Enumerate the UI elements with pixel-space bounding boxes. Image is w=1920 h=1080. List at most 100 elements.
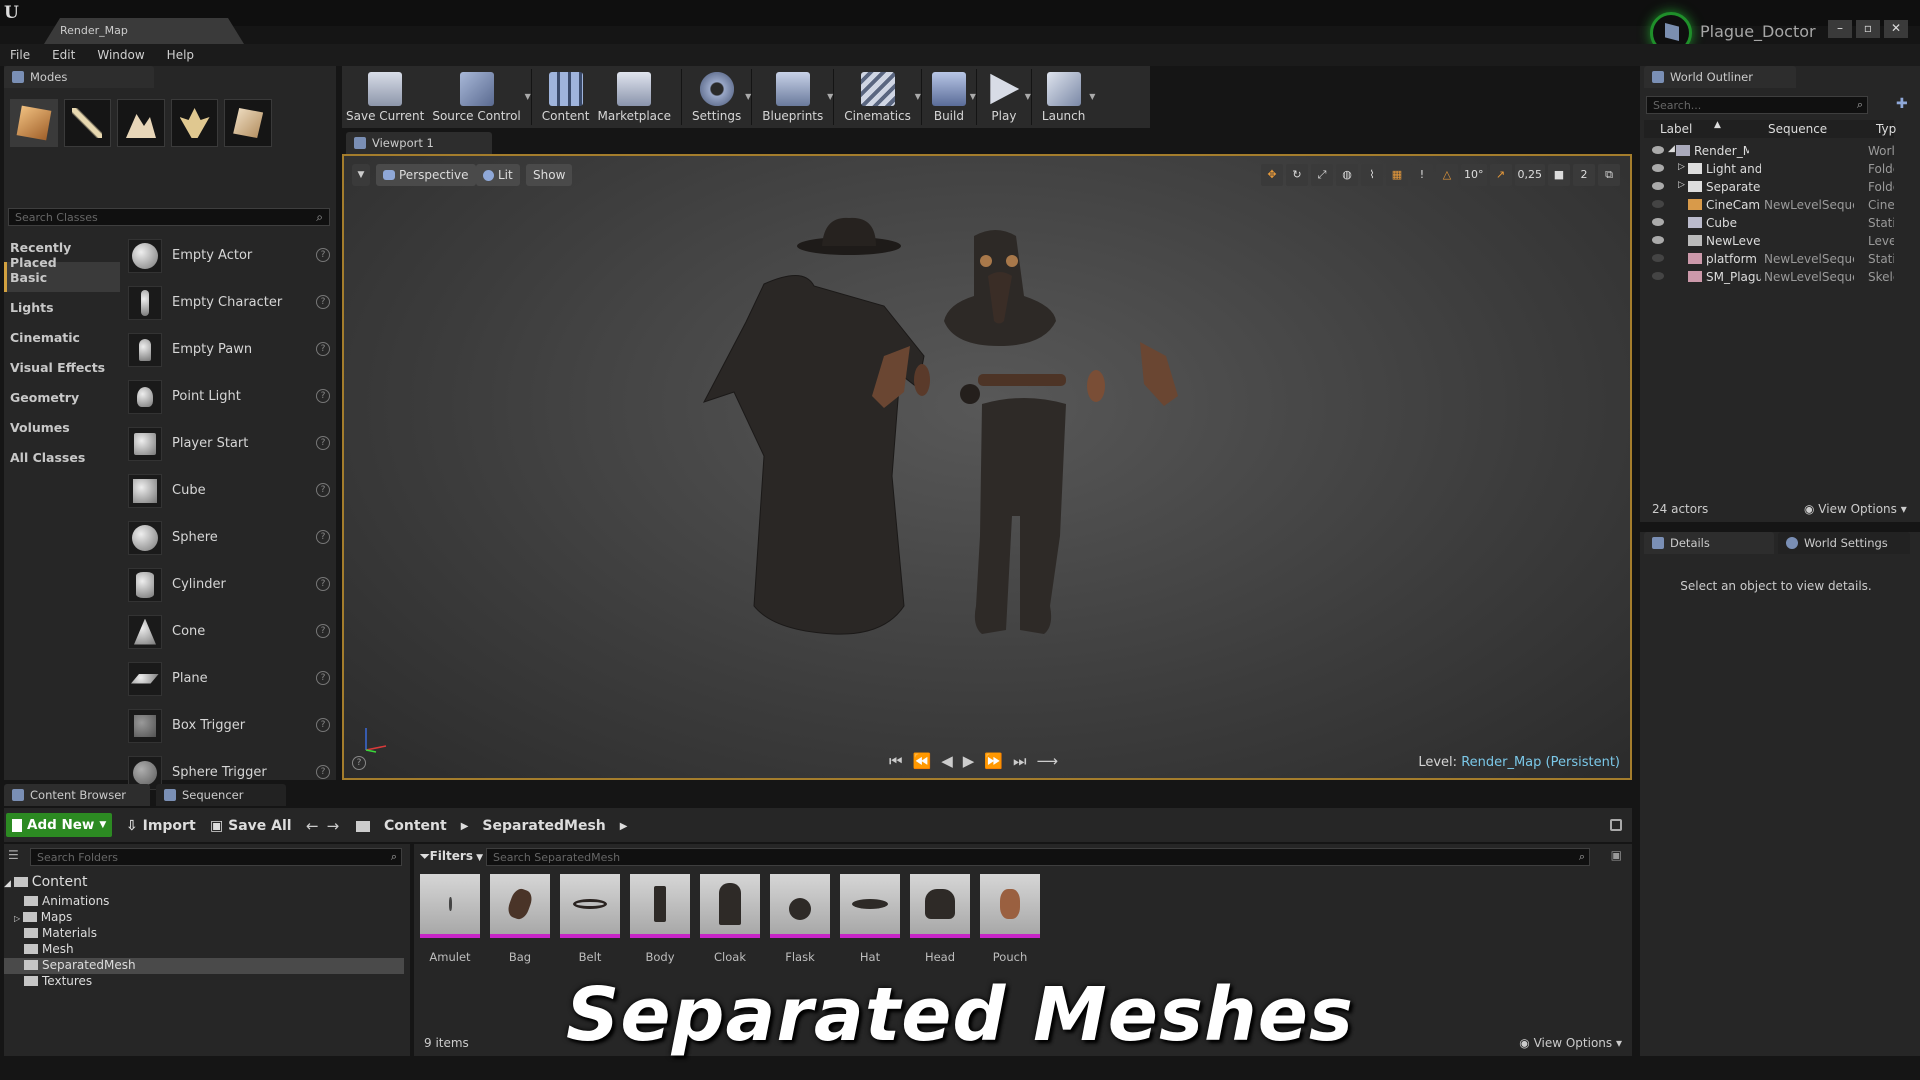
- category-lights[interactable]: Lights: [4, 292, 120, 322]
- placeable-sphere[interactable]: Sphere?: [122, 514, 336, 561]
- placeable-point-light[interactable]: Point Light?: [122, 373, 336, 420]
- help-icon[interactable]: ?: [316, 577, 330, 591]
- search-assets-input[interactable]: Search SeparatedMesh ⌕: [486, 848, 1590, 866]
- outliner-row-sm-plague[interactable]: SM_PlaguNewLevelSequence Skeletal: [1644, 268, 1894, 286]
- help-icon[interactable]: ?: [316, 718, 330, 732]
- visibility-eye-icon[interactable]: [1652, 182, 1664, 190]
- asset-tile-head[interactable]: Head: [910, 874, 970, 964]
- breadcrumb-arrow-icon[interactable]: ▶: [461, 821, 469, 832]
- menu-edit[interactable]: Edit: [52, 48, 75, 62]
- pin-icon[interactable]: ✚: [1896, 96, 1908, 112]
- level-document-tab[interactable]: Render_Map: [44, 18, 244, 44]
- viewport-tab[interactable]: Viewport 1: [346, 132, 492, 154]
- help-icon[interactable]: ?: [316, 342, 330, 356]
- visibility-eye-icon[interactable]: [1652, 146, 1664, 154]
- settings-button[interactable]: Settings ▼: [688, 66, 751, 128]
- help-icon[interactable]: ?: [352, 756, 366, 770]
- lock-icon[interactable]: [1610, 819, 1622, 831]
- level-name-link[interactable]: Render_Map (Persistent): [1461, 755, 1620, 770]
- help-icon[interactable]: ?: [316, 765, 330, 779]
- asset-tile-body[interactable]: Body: [630, 874, 690, 964]
- step-back-icon[interactable]: ⏪: [913, 752, 932, 770]
- category-all-classes[interactable]: All Classes: [4, 442, 120, 472]
- folder-materials[interactable]: Materials: [4, 926, 404, 942]
- menu-file[interactable]: File: [10, 48, 30, 62]
- search-classes-input[interactable]: Search Classes ⌕: [8, 208, 330, 226]
- save-all-button[interactable]: ▣ Save All: [210, 818, 292, 834]
- breadcrumb-content[interactable]: Content: [384, 818, 447, 834]
- world-outliner-tab[interactable]: World Outliner: [1644, 66, 1796, 88]
- outliner-view-options-button[interactable]: ◉ View Options ▾: [1804, 502, 1907, 516]
- place-mode-button[interactable]: [10, 99, 58, 147]
- back-arrow-icon[interactable]: ←: [306, 817, 327, 835]
- play-reverse-icon[interactable]: ◀: [941, 752, 953, 770]
- add-new-button[interactable]: Add New ▼: [6, 813, 112, 837]
- placeable-player-start[interactable]: Player Start?: [122, 420, 336, 467]
- help-icon[interactable]: ?: [316, 295, 330, 309]
- breadcrumb-arrow-icon[interactable]: ▶: [620, 821, 628, 832]
- play-forward-icon[interactable]: ▶: [963, 752, 975, 770]
- cinematics-button[interactable]: Cinematics ▼: [840, 66, 921, 128]
- visibility-eye-icon[interactable]: [1652, 164, 1664, 172]
- maximize-button[interactable]: ▫: [1856, 20, 1880, 38]
- expanded-arrow-icon[interactable]: ◢: [4, 879, 14, 889]
- folder-animations[interactable]: Animations: [4, 894, 404, 910]
- source-control-button[interactable]: Source Control ▼: [428, 66, 531, 128]
- outliner-row-cinecam[interactable]: CineCamNewLevelSequence CineCar: [1644, 196, 1894, 214]
- collapsed-arrow-icon[interactable]: ▷: [1678, 162, 1685, 172]
- content-browser-tab[interactable]: Content Browser: [4, 784, 150, 806]
- help-icon[interactable]: ?: [316, 530, 330, 544]
- outliner-row-render-map[interactable]: ◢ Render_Map World: [1644, 142, 1894, 160]
- placeable-cone[interactable]: Cone?: [122, 608, 336, 655]
- build-button[interactable]: Build ▼: [928, 66, 976, 128]
- help-icon[interactable]: ?: [316, 436, 330, 450]
- landscape-mode-button[interactable]: [117, 99, 165, 147]
- outliner-row-separated-folder[interactable]: ▷ Separated Folder: [1644, 178, 1894, 196]
- save-current-button[interactable]: Save Current: [342, 66, 428, 128]
- asset-tile-pouch[interactable]: Pouch: [980, 874, 1040, 964]
- details-tab[interactable]: Details: [1644, 532, 1774, 554]
- visibility-eye-icon[interactable]: [1652, 236, 1664, 244]
- sequencer-tab[interactable]: Sequencer: [156, 784, 286, 806]
- placeable-empty-pawn[interactable]: Empty Pawn?: [122, 326, 336, 373]
- expanded-arrow-icon[interactable]: ◢: [1668, 144, 1675, 154]
- filters-button[interactable]: ⏷Filters ▼: [420, 849, 483, 867]
- world-settings-tab[interactable]: World Settings: [1778, 532, 1910, 554]
- foliage-mode-button[interactable]: [170, 99, 219, 147]
- folder-content-root[interactable]: ◢ Content: [4, 874, 404, 892]
- visibility-eye-icon[interactable]: [1652, 218, 1664, 226]
- modes-tab[interactable]: Modes: [4, 66, 154, 88]
- asset-tile-amulet[interactable]: Amulet: [420, 874, 480, 964]
- category-cinematic[interactable]: Cinematic: [4, 322, 120, 352]
- step-forward-icon[interactable]: ⏩: [984, 752, 1003, 770]
- collapsed-arrow-icon[interactable]: ▷: [14, 914, 23, 923]
- outliner-search-input[interactable]: Search... ⌕: [1646, 96, 1868, 114]
- play-button[interactable]: Play ▼: [983, 66, 1031, 128]
- save-search-icon[interactable]: ▣: [1611, 848, 1622, 862]
- collapsed-arrow-icon[interactable]: ▷: [1678, 180, 1685, 190]
- paint-mode-button[interactable]: [63, 99, 112, 147]
- category-visual-effects[interactable]: Visual Effects: [4, 352, 120, 382]
- launch-button[interactable]: Launch ▼: [1038, 66, 1095, 128]
- menu-window[interactable]: Window: [97, 48, 144, 62]
- category-volumes[interactable]: Volumes: [4, 412, 120, 442]
- placeable-empty-actor[interactable]: Empty Actor?: [122, 232, 336, 279]
- outliner-row-platform[interactable]: platform NewLevelSequence StaticM: [1644, 250, 1894, 268]
- outliner-row-cube[interactable]: Cube StaticM: [1644, 214, 1894, 232]
- category-recently-placed[interactable]: Recently Placed: [4, 232, 120, 270]
- menu-help[interactable]: Help: [167, 48, 194, 62]
- forward-arrow-icon[interactable]: →: [327, 817, 348, 835]
- folder-maps[interactable]: ▷ Maps: [4, 910, 404, 926]
- close-window-button[interactable]: ✕: [1884, 20, 1908, 38]
- import-button[interactable]: ⇩ Import: [126, 818, 196, 834]
- marketplace-button[interactable]: Marketplace: [593, 66, 675, 128]
- sources-toggle-icon[interactable]: ☰: [8, 848, 19, 862]
- skip-to-end-icon[interactable]: ⏭: [1013, 752, 1027, 770]
- visibility-eye-icon[interactable]: [1652, 200, 1664, 208]
- asset-tile-belt[interactable]: Belt: [560, 874, 620, 964]
- geometry-mode-button[interactable]: [224, 99, 272, 147]
- asset-tile-flask[interactable]: Flask: [770, 874, 830, 964]
- help-icon[interactable]: ?: [316, 248, 330, 262]
- outliner-row-newlevel[interactable]: NewLevel LevelSe: [1644, 232, 1894, 250]
- placeable-plane[interactable]: Plane?: [122, 655, 336, 702]
